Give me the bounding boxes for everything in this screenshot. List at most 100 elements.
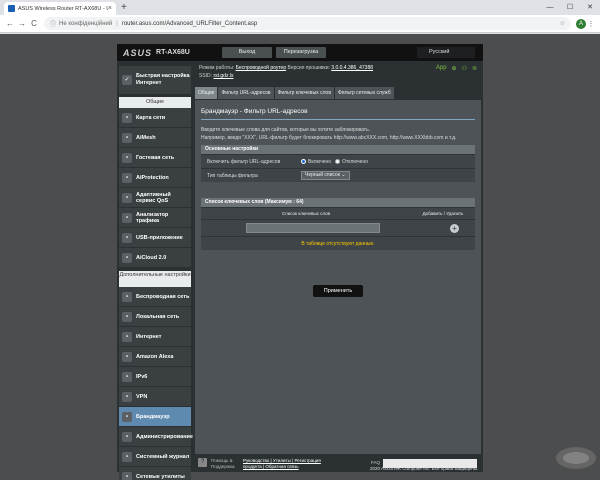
- reboot-button[interactable]: Перезагрузка: [276, 47, 326, 58]
- tab-url-filter[interactable]: Фильтр URL-адресов: [218, 87, 274, 99]
- browser-tab[interactable]: ASUS Wireless Router RT-AX68U - U ×: [4, 2, 116, 15]
- logout-button[interactable]: Выход: [222, 47, 272, 58]
- faq-label: FAQ: [371, 460, 381, 465]
- help-support-label: Помощь & Поддержка: [211, 458, 235, 469]
- tools-icon: •: [122, 471, 132, 480]
- sidebar-item-label: AiMesh: [136, 134, 156, 141]
- wireless-icon: •: [122, 291, 132, 302]
- tab-service-filter[interactable]: Фильтр сетевых служб: [335, 87, 394, 99]
- sidebar-item-lan[interactable]: • Локальная сеть: [119, 307, 191, 327]
- language-select[interactable]: Русский: [417, 47, 475, 58]
- sidebar-item-label: AiProtection: [136, 174, 169, 181]
- sidebar-item-label: Карта сети: [136, 114, 166, 121]
- reload-icon[interactable]: C: [28, 19, 40, 28]
- back-icon[interactable]: ←: [4, 19, 16, 28]
- maximize-icon[interactable]: ☐: [560, 0, 580, 15]
- router-header: ASUS RT-AX68U Выход Перезагрузка Русский: [117, 44, 483, 61]
- sidebar-item-shield[interactable]: • AiProtection: [119, 168, 191, 188]
- sidebar-item-globe[interactable]: • Интернет: [119, 327, 191, 347]
- firmware-link[interactable]: 3.0.0.4.386_47388: [331, 65, 373, 71]
- info-icon[interactable]: ⓘ: [50, 19, 56, 28]
- usb-status-icon[interactable]: ⚇: [462, 65, 467, 72]
- globe-icon: •: [122, 331, 132, 342]
- empty-table-message: В таблице отсутствуют данные.: [201, 236, 475, 250]
- lan-icon: •: [122, 311, 132, 322]
- ssid-value[interactable]: rst.gdz.ls: [213, 73, 233, 79]
- general-header: Общие: [119, 97, 191, 108]
- sidebar-item-label: Интернет: [136, 333, 162, 340]
- traffic-analyzer-icon: •: [122, 212, 132, 223]
- tab-close-icon[interactable]: ×: [108, 5, 112, 12]
- sidebar-item-aimesh[interactable]: • AiMesh: [119, 128, 191, 148]
- sidebar-item-label: Беспроводная сеть: [136, 293, 190, 300]
- apply-button[interactable]: Применить: [313, 285, 363, 297]
- bookmark-star-icon[interactable]: ☆: [560, 20, 565, 27]
- sidebar-item-firewall[interactable]: • Брандмауэр: [119, 407, 191, 427]
- shield-icon: •: [122, 172, 132, 183]
- asus-logo: ASUS: [123, 47, 153, 58]
- sidebar-item-guest-network[interactable]: • Гостевая сеть: [119, 148, 191, 168]
- keyword-list-section: Список ключевых слов (Максимум : 64) Спи…: [201, 198, 475, 250]
- network-map-icon: •: [122, 112, 132, 123]
- tab-title: ASUS Wireless Router RT-AX68U - U: [18, 5, 108, 12]
- sidebar-item-wireless[interactable]: • Беспроводная сеть: [119, 287, 191, 307]
- url-text: router.asus.com/Advanced_URLFilter_Conte…: [121, 20, 258, 27]
- sidebar-item-cloud[interactable]: • AiCloud 2.0: [119, 248, 191, 268]
- router-ui: ASUS RT-AX68U Выход Перезагрузка Русский…: [117, 44, 483, 480]
- new-tab-button[interactable]: +: [121, 2, 127, 13]
- sidebar-item-qos[interactable]: • Адаптивный сервис QoS: [119, 188, 191, 208]
- sidebar-item-usb[interactable]: • USB-приложение: [119, 228, 191, 248]
- page-viewport: ASUS RT-AX68U Выход Перезагрузка Русский…: [0, 34, 600, 480]
- sidebar-item-vpn[interactable]: • VPN: [119, 387, 191, 407]
- profile-avatar[interactable]: A: [576, 18, 586, 29]
- admin-icon: •: [122, 431, 132, 442]
- sidebar-item-label: Анализатор трафика: [136, 211, 169, 224]
- vpn-icon: •: [122, 391, 132, 402]
- guest-network-icon: •: [122, 152, 132, 163]
- browser-menu-icon[interactable]: ⋮: [586, 20, 596, 28]
- sidebar-item-label: USB-приложение: [136, 234, 183, 241]
- sidebar-item-quick-setup[interactable]: ✓ Быстрая настройка Интернет: [119, 66, 191, 94]
- sidebar-item-label: IPv6: [136, 373, 148, 380]
- enable-off-radio[interactable]: Отключено: [335, 159, 368, 165]
- sidebar-item-label: Адаптивный сервис QoS: [136, 191, 171, 204]
- sidebar-item-label: AiCloud 2.0: [136, 254, 167, 261]
- add-keyword-icon[interactable]: +: [450, 223, 459, 233]
- filter-type-select[interactable]: Черный список ⌄: [301, 171, 350, 180]
- alexa-icon: •: [122, 351, 132, 362]
- enable-on-radio[interactable]: Включено: [301, 159, 331, 165]
- sidebar-item-label: Брандмауэр: [136, 413, 170, 420]
- cloud-icon: •: [122, 252, 132, 263]
- sidebar-item-ipv6[interactable]: • IPv6: [119, 367, 191, 387]
- keyword-input[interactable]: [246, 223, 380, 233]
- link-status-icon[interactable]: ⊕: [452, 65, 457, 72]
- ipv6-icon: •: [122, 371, 132, 382]
- operation-mode-link[interactable]: Беспроводной роутер: [236, 65, 287, 71]
- forward-icon[interactable]: →: [16, 19, 28, 28]
- description: Введите ключевые слова для сайтов, котор…: [201, 127, 457, 141]
- close-window-icon[interactable]: ✕: [580, 0, 600, 15]
- tab-general[interactable]: Общие: [195, 87, 218, 99]
- sidebar-item-admin[interactable]: • Администрирование: [119, 427, 193, 447]
- wifi-status-icon[interactable]: ≋: [472, 65, 477, 72]
- basic-settings-section: Основные настройки Включить фильтр URL-а…: [201, 145, 475, 182]
- keyword-list-header: Список ключевых слов (Максимум : 64): [201, 198, 475, 207]
- title-divider: [201, 119, 475, 120]
- content-tabs: Общие Фильтр URL-адресов Фильтр ключевых…: [195, 87, 394, 99]
- sidebar-item-traffic-analyzer[interactable]: • Анализатор трафика: [119, 208, 191, 228]
- col-add-remove: Добавить / Удалить: [422, 211, 464, 216]
- sidebar: ✓ Быстрая настройка Интернет Общие • Карт…: [119, 66, 193, 480]
- minimize-icon[interactable]: —: [540, 0, 560, 15]
- url-field[interactable]: ⓘ Не конфіденційний | router.asus.com/Ad…: [44, 17, 571, 30]
- footer-links[interactable]: Руководство | Утилиты | Регистрация прод…: [243, 458, 321, 470]
- sidebar-item-label: Amazon Alexa: [136, 353, 174, 360]
- tab-keyword-filter[interactable]: Фильтр ключевых слов: [274, 87, 334, 99]
- sidebar-item-alexa[interactable]: • Amazon Alexa: [119, 347, 191, 367]
- copyright: 2020 ASUSTeK Computer Inc. Все права защ…: [370, 466, 479, 471]
- app-label[interactable]: App: [436, 65, 447, 72]
- col-keywords: Список ключевых слов: [282, 211, 330, 216]
- watermark-logo-icon: [556, 447, 596, 469]
- sidebar-item-label: Гостевая сеть: [136, 154, 175, 161]
- sidebar-item-network-map[interactable]: • Карта сети: [119, 108, 191, 128]
- firewall-icon: •: [122, 411, 132, 422]
